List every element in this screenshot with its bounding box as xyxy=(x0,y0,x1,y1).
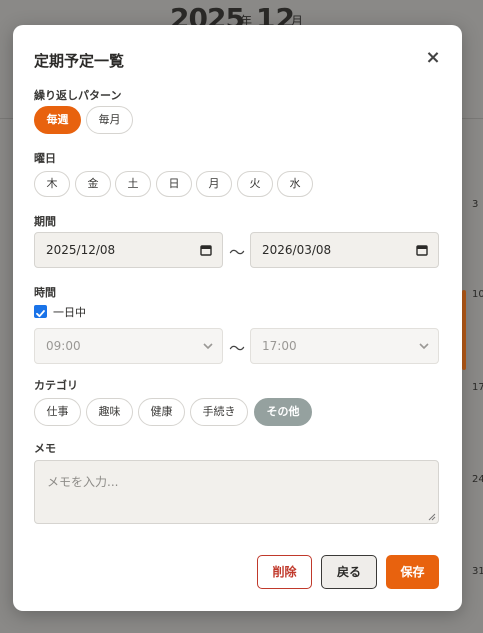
memo-textarea[interactable]: メモを入力... xyxy=(34,460,439,524)
weekday-sun-button[interactable]: 日 xyxy=(156,171,192,197)
day-number: 24 xyxy=(472,474,483,485)
calendar-icon[interactable] xyxy=(416,244,428,256)
start-time-value: 09:00 xyxy=(46,339,81,353)
category-other-button[interactable]: その他 xyxy=(254,398,312,426)
recurring-events-modal: 定期予定一覧 × 繰り返しパターン 毎週 毎月 曜日 木 金 土 日 月 火 水… xyxy=(13,25,462,611)
all-day-checkbox[interactable] xyxy=(34,305,47,318)
end-date-field[interactable]: 2026/03/08 xyxy=(250,232,439,268)
start-time-select[interactable]: 09:00 xyxy=(34,328,223,364)
start-date-field[interactable]: 2025/12/08 xyxy=(34,232,223,268)
category-work-button[interactable]: 仕事 xyxy=(34,398,81,426)
period-separator: 〜 xyxy=(229,243,246,262)
time-separator: 〜 xyxy=(229,339,246,358)
day-number: 31 xyxy=(472,566,483,577)
category-health-button[interactable]: 健康 xyxy=(138,398,185,426)
calendar-icon[interactable] xyxy=(200,244,212,256)
repeat-monthly-button[interactable]: 毎月 xyxy=(86,106,133,134)
calendar-event-bar xyxy=(462,290,466,370)
resize-grip-icon[interactable] xyxy=(428,513,436,521)
category-hobby-button[interactable]: 趣味 xyxy=(86,398,133,426)
weekday-wed-button[interactable]: 水 xyxy=(277,171,313,197)
delete-button[interactable]: 削除 xyxy=(257,555,312,589)
weekday-sat-button[interactable]: 土 xyxy=(115,171,151,197)
end-date-value: 2026/03/08 xyxy=(262,243,332,257)
weekday-mon-button[interactable]: 月 xyxy=(196,171,232,197)
start-date-value: 2025/12/08 xyxy=(46,243,116,257)
save-button[interactable]: 保存 xyxy=(386,555,439,589)
period-label: 期間 xyxy=(34,215,56,228)
category-label: カテゴリ xyxy=(34,379,78,392)
close-icon[interactable]: × xyxy=(424,49,442,67)
chevron-down-icon xyxy=(203,343,213,350)
chevron-down-icon xyxy=(419,343,429,350)
weekday-thu-button[interactable]: 木 xyxy=(34,171,70,197)
check-icon xyxy=(36,310,45,318)
repeat-weekly-button[interactable]: 毎週 xyxy=(34,106,81,134)
day-number: 3 xyxy=(472,199,479,210)
weekday-label: 曜日 xyxy=(34,152,56,165)
weekday-tue-button[interactable]: 火 xyxy=(237,171,273,197)
day-number: 17 xyxy=(472,382,483,393)
back-button[interactable]: 戻る xyxy=(321,555,377,589)
time-label: 時間 xyxy=(34,286,56,299)
end-time-value: 17:00 xyxy=(262,339,297,353)
memo-placeholder: メモを入力... xyxy=(47,475,119,489)
day-number: 10 xyxy=(472,289,483,300)
end-time-select[interactable]: 17:00 xyxy=(250,328,439,364)
memo-label: メモ xyxy=(34,442,56,455)
category-procedure-button[interactable]: 手続き xyxy=(190,398,248,426)
weekday-fri-button[interactable]: 金 xyxy=(75,171,111,197)
repeat-pattern-label: 繰り返しパターン xyxy=(34,89,122,102)
modal-title: 定期予定一覧 xyxy=(34,52,125,70)
all-day-label: 一日中 xyxy=(53,306,86,319)
